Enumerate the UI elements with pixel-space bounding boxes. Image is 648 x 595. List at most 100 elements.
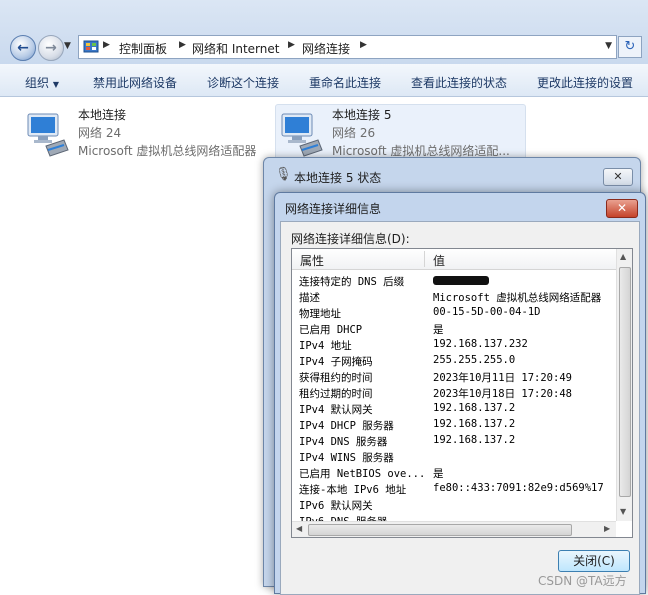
status-window-icon: 🎙 [275,167,292,182]
details-list[interactable]: 属性 值 连接特定的 DNS 后缀 描述 Microsoft 虚拟机总线网络适配器物… [291,248,633,538]
table-row[interactable]: IPv6 默认网关 [292,497,616,513]
close-icon: ✕ [616,201,628,215]
property-cell: IPv4 默认网关 [299,404,373,416]
property-cell: 获得租约的时间 [299,372,373,384]
rename-connection-button[interactable]: 重命名此连接 [309,74,381,91]
property-cell: IPv6 默认网关 [299,500,373,512]
property-cell: IPv4 DNS 服务器 [299,436,388,448]
address-dropdown-icon[interactable]: ▼ [605,41,612,51]
list-header: 属性 值 [292,249,616,270]
network-adapter-icon [27,113,69,157]
value-cell: 是 [433,468,444,480]
details-label: 网络连接详细信息(D): [291,232,410,246]
watermark: CSDN @TA远方 [538,574,627,588]
view-status-button[interactable]: 查看此连接的状态 [411,74,507,91]
property-cell: IPv4 地址 [299,340,352,352]
recent-pages-chevron-icon[interactable]: ▼ [64,41,74,53]
breadcrumb-network-connections[interactable]: 网络连接 [302,40,350,57]
value-cell: 是 [433,324,444,336]
close-button[interactable]: 关闭(C) [558,550,630,572]
vertical-scrollbar[interactable]: ▲ ▼ [616,249,632,521]
horizontal-scrollbar[interactable]: ◀ ▶ [292,521,616,537]
table-row[interactable]: IPv4 子网掩码 255.255.255.0 [292,353,616,369]
scroll-right-icon[interactable]: ▶ [604,524,610,533]
property-cell: 已启用 DHCP [299,324,363,336]
value-cell: 192.168.137.2 [433,402,516,414]
breadcrumb-network-internet[interactable]: 网络和 Internet [192,40,279,57]
value-cell: 192.168.137.2 [433,434,516,446]
value-cell: 192.168.137.2 [433,418,516,430]
table-row[interactable]: IPv4 DNS 服务器 192.168.137.2 [292,433,616,449]
horizontal-scroll-thumb[interactable] [308,524,572,536]
value-cell: 00-15-5D-00-04-1D [433,306,541,318]
breadcrumb-separator-icon[interactable]: ▶ [288,40,295,50]
dropdown-arrow-icon: ▼ [52,80,59,89]
command-toolbar: 组织 ▼ 禁用此网络设备 诊断这个连接 重命名此连接 查看此连接的状态 更改此连… [0,64,648,97]
value-cell: fe80::433:7091:82e9:d569%17 [433,482,604,494]
column-header-value[interactable]: 值 [433,252,445,269]
table-row[interactable]: 已启用 DHCP 是 [292,321,616,337]
table-row[interactable]: IPv4 DHCP 服务器 192.168.137.2 [292,417,616,433]
list-rows: 连接特定的 DNS 后缀 描述 Microsoft 虚拟机总线网络适配器物理地址 00… [292,273,616,529]
disable-device-button[interactable]: 禁用此网络设备 [93,74,177,91]
organize-button[interactable]: 组织 ▼ [25,74,59,91]
property-cell: 物理地址 [299,308,341,320]
scroll-down-icon[interactable]: ▼ [620,507,626,516]
table-row[interactable]: 已启用 NetBIOS ove... 是 [292,465,616,481]
redaction-mark [433,275,489,285]
table-row[interactable]: 物理地址 00-15-5D-00-04-1D [292,305,616,321]
value-cell: 255.255.255.0 [433,354,516,366]
table-row[interactable]: IPv4 WINS 服务器 [292,449,616,465]
table-row[interactable]: 租约过期的时间 2023年10月18日 17:20:48 [292,385,616,401]
back-arrow-icon: ← [17,40,29,56]
change-settings-button[interactable]: 更改此连接的设置 [537,74,633,91]
diagnose-connection-button[interactable]: 诊断这个连接 [207,74,279,91]
status-window-title: 本地连接 5 状态 [294,171,382,185]
value-cell: 192.168.137.232 [433,338,528,350]
table-row[interactable]: 描述 Microsoft 虚拟机总线网络适配器 [292,289,616,305]
value-cell [433,274,489,286]
control-panel-icon [83,40,99,53]
property-cell: 租约过期的时间 [299,388,373,400]
dialog-close-button[interactable]: ✕ [606,199,638,218]
breadcrumb-separator-icon[interactable]: ▶ [179,40,186,50]
connection-item[interactable]: 本地连接 网络 24 Microsoft 虚拟机总线网络适配器 [24,106,264,164]
connection-item[interactable]: 本地连接 5 网络 26 Microsoft 虚拟机总线网络适配... [278,106,523,164]
table-row[interactable]: IPv4 地址 192.168.137.232 [292,337,616,353]
dialog-title: 网络连接详细信息 [285,202,382,216]
table-row[interactable]: 获得租约的时间 2023年10月11日 17:20:49 [292,369,616,385]
connection-adapter: Microsoft 虚拟机总线网络适配器 [78,144,257,158]
refresh-button[interactable]: ↻ [618,36,642,58]
scroll-up-icon[interactable]: ▲ [620,252,626,261]
property-cell: 连接特定的 DNS 后缀 [299,276,405,288]
property-cell: 描述 [299,292,320,304]
table-row[interactable]: IPv4 默认网关 192.168.137.2 [292,401,616,417]
connection-name: 本地连接 5 [332,108,392,122]
table-row[interactable]: 连接-本地 IPv6 地址 fe80::433:7091:82e9:d569%17 [292,481,616,497]
forward-button[interactable]: → [38,35,64,61]
property-cell: IPv4 子网掩码 [299,356,373,368]
vertical-scroll-thumb[interactable] [619,267,631,497]
breadcrumb[interactable]: ▶ 控制面板 ▶ 网络和 Internet ▶ 网络连接 ▶ ▼ [78,35,617,59]
breadcrumb-control-panel[interactable]: 控制面板 [119,40,167,57]
network-adapter-icon [281,113,323,157]
property-cell: 连接-本地 IPv6 地址 [299,484,407,496]
column-divider[interactable] [424,251,425,267]
breadcrumb-separator-icon[interactable]: ▶ [103,40,110,50]
property-cell: IPv4 WINS 服务器 [299,452,394,464]
details-dialog: 网络连接详细信息 ✕ 网络连接详细信息(D): 属性 值 连接特定的 DNS 后… [274,192,646,595]
value-cell: 2023年10月11日 17:20:49 [433,372,572,384]
scroll-left-icon[interactable]: ◀ [296,524,302,533]
table-row[interactable]: 连接特定的 DNS 后缀 [292,273,616,289]
back-button[interactable]: ← [10,35,36,61]
value-cell: 2023年10月18日 17:20:48 [433,388,572,400]
value-cell: Microsoft 虚拟机总线网络适配器 [433,292,602,304]
status-window-close-button[interactable]: ✕ [603,168,633,186]
dialog-body: 网络连接详细信息(D): 属性 值 连接特定的 DNS 后缀 描述 Microsof… [280,221,640,595]
breadcrumb-separator-icon[interactable]: ▶ [360,40,367,50]
connection-name: 本地连接 [78,108,127,122]
column-header-property[interactable]: 属性 [300,252,324,269]
connection-network: 网络 26 [332,126,376,140]
property-cell: IPv4 DHCP 服务器 [299,420,394,432]
property-cell: 已启用 NetBIOS ove... [299,468,426,480]
